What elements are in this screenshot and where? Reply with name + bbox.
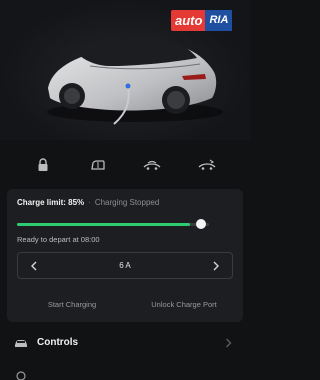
controls-row[interactable]: Controls xyxy=(0,330,250,358)
frunk-icon xyxy=(90,160,105,170)
frunk-button[interactable] xyxy=(84,152,112,178)
chevron-right-icon xyxy=(226,338,232,348)
charge-port-icon xyxy=(198,159,216,170)
charge-limit-handle[interactable] xyxy=(196,219,206,229)
controls-label: Controls xyxy=(37,337,79,348)
charging-card: Charge limit: 85% · Charging Stopped Ready… xyxy=(7,189,243,322)
increase-amperage-button[interactable] xyxy=(202,253,230,278)
trunk-button[interactable] xyxy=(138,152,166,178)
watermark-part-auto: auto xyxy=(171,10,206,31)
charge-limit-fill xyxy=(17,223,190,226)
climate-icon xyxy=(16,371,26,380)
charge-limit-slider[interactable] xyxy=(17,223,209,226)
charge-limit-label: Charge limit: 85% xyxy=(17,198,85,207)
start-charging-button[interactable]: Start Charging xyxy=(17,295,127,315)
trunk-icon xyxy=(143,160,161,170)
unlock-charge-port-button[interactable]: Unlock Charge Port xyxy=(125,295,243,315)
chevron-right-icon xyxy=(213,261,219,270)
lock-button[interactable] xyxy=(29,152,57,178)
charging-status-text: Charging Stopped xyxy=(94,198,160,207)
next-menu-row[interactable] xyxy=(0,368,250,380)
amperage-stepper: 6 A xyxy=(17,252,233,279)
lock-icon xyxy=(38,158,48,171)
car-icon xyxy=(15,340,27,347)
status-separator: · xyxy=(88,198,91,207)
amperage-value: 6 A xyxy=(119,261,131,270)
charging-status-line: Charge limit: 85% · Charging Stopped xyxy=(17,198,159,207)
charge-port-button[interactable] xyxy=(193,152,221,178)
depart-text: Ready to depart at 08:00 xyxy=(17,235,100,244)
autoria-watermark: auto RIA xyxy=(171,10,242,31)
watermark-part-ria: RIA xyxy=(205,10,233,31)
quick-actions xyxy=(0,152,250,178)
